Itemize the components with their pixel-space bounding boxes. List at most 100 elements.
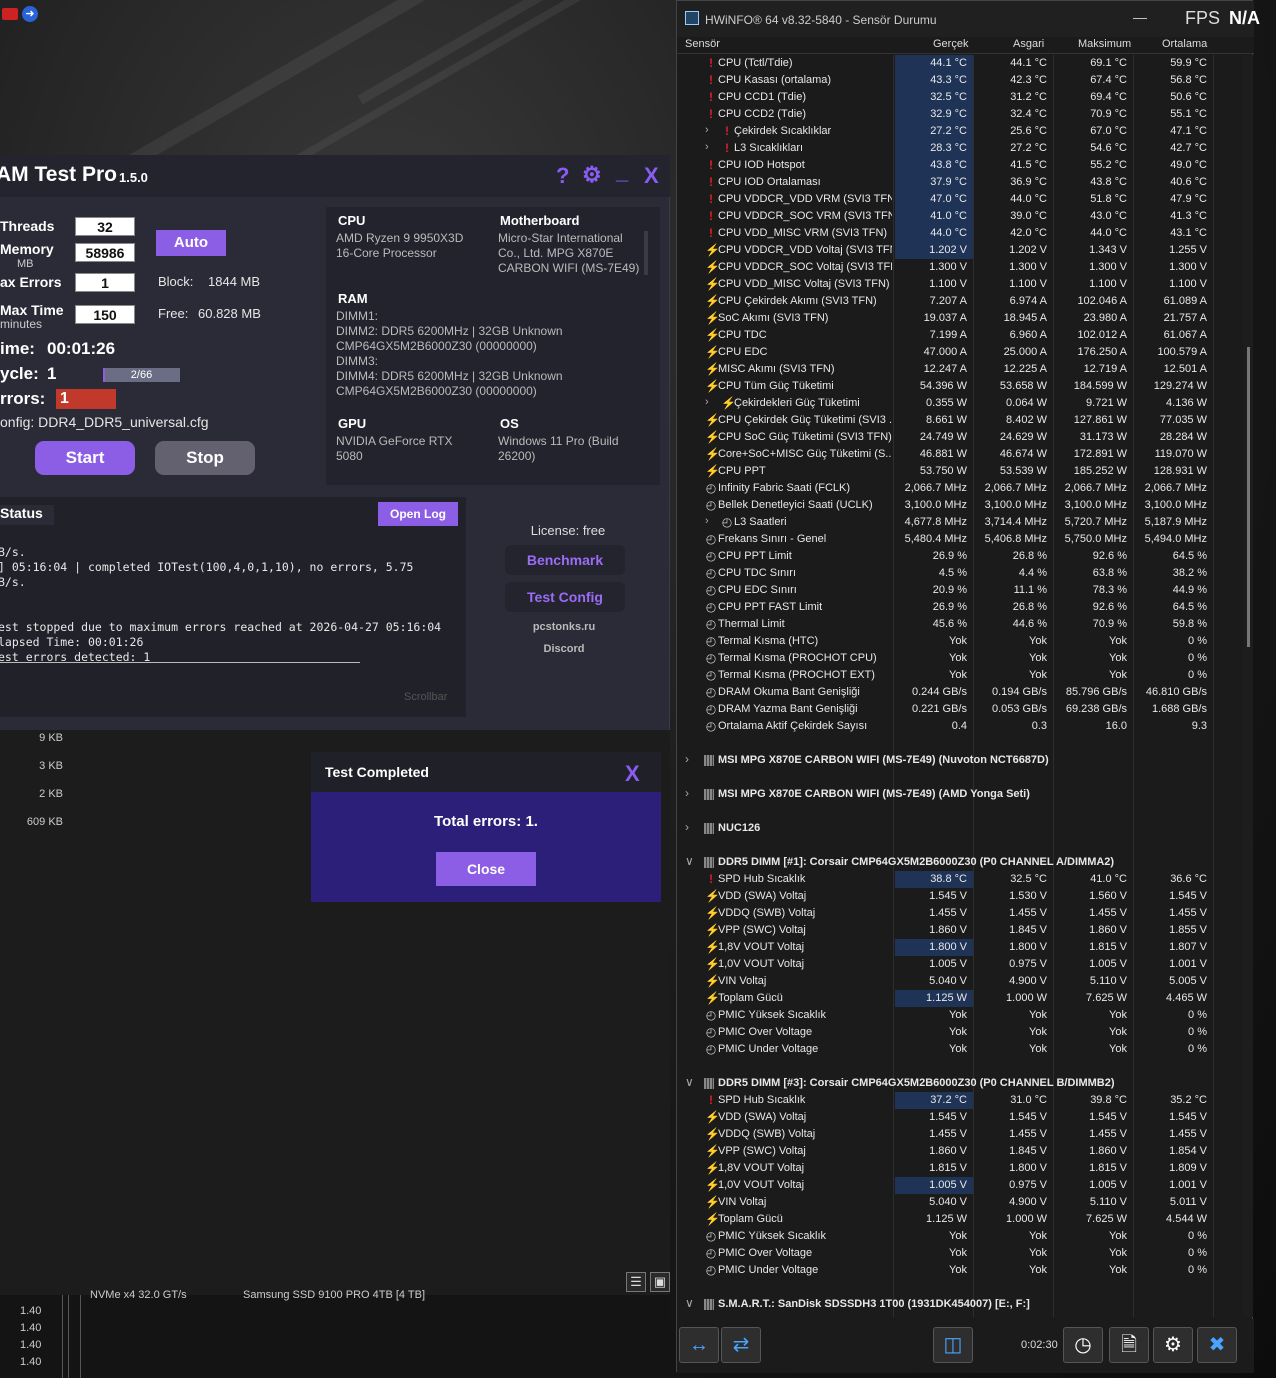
sensor-row[interactable]: ⚡ 1,8V VOUT Voltaj 1.815 V 1.800 V 1.815 V 1.…: [677, 1160, 1241, 1177]
network-icon[interactable]: ◫: [933, 1327, 973, 1363]
sensor-group-row[interactable]: › MSI MPG X870E CARBON WIFI (MS-7E49) (AM…: [677, 786, 1241, 803]
sensor-row[interactable]: › ◴ L3 Saatleri 4,677.8 MHz 3,714.4 MHz 5,720…: [677, 514, 1241, 531]
sensor-row[interactable]: ! SPD Hub Sıcaklık 38.8 °C 32.5 °C 41.0 °C 36…: [677, 871, 1241, 888]
sensor-row[interactable]: ! CPU (Tctl/Tdie) 44.1 °C 44.1 °C 69.1 °C 59.…: [677, 55, 1241, 72]
column-header-max[interactable]: Maksimum: [1078, 38, 1131, 50]
column-header-min[interactable]: Asgari: [1013, 38, 1044, 50]
gear-icon[interactable]: ⚙: [582, 162, 602, 188]
column-header-sensor[interactable]: Sensör: [685, 38, 720, 50]
sensor-row[interactable]: ! CPU Kasası (ortalama) 43.3 °C 42.3 °C 67.4…: [677, 72, 1241, 89]
sensor-row[interactable]: ⚡ VDD (SWA) Voltaj 1.545 V 1.545 V 1.545 V 1.…: [677, 1109, 1241, 1126]
chevron-right-icon[interactable]: ›: [705, 141, 709, 153]
chevron-right-icon[interactable]: ›: [685, 786, 689, 800]
sensor-row[interactable]: ⚡ Core+SoC+MISC Güç Tüketimi (S... 46.881 …: [677, 446, 1241, 463]
sensor-row[interactable]: ! CPU CCD1 (Tdie) 32.5 °C 31.2 °C 69.4 °C 50.…: [677, 89, 1241, 106]
sensor-row[interactable]: ⚡ CPU Çekirdek Akımı (SVI3 TFN) 7.207 A 6.9…: [677, 293, 1241, 310]
sensor-row[interactable]: ! CPU VDD_MISC VRM (SVI3 TFN) 44.0 °C 42.0 …: [677, 225, 1241, 242]
sensor-row[interactable]: ⚡ CPU TDC 7.199 A 6.960 A 102.012 A 61.067 A: [677, 327, 1241, 344]
sensor-row[interactable]: › ⚡ Çekirdekleri Güç Tüketimi 0.355 W 0.064 …: [677, 395, 1241, 412]
sensor-row[interactable]: ⚡ VIN Voltaj 5.040 V 4.900 V 5.110 V 5.011 V: [677, 1194, 1241, 1211]
sensor-group-row[interactable]: ∨ DDR5 DIMM [#3]: Corsair CMP64GX5M2B6000…: [677, 1075, 1241, 1092]
scrollbar-label[interactable]: Scrollbar: [404, 691, 447, 703]
close-button[interactable]: X: [644, 163, 659, 189]
sensor-group-row[interactable]: › MSI MPG X870E CARBON WIFI (MS-7E49) (Nu…: [677, 752, 1241, 769]
chevron-down-icon[interactable]: ∨: [685, 854, 694, 868]
sensor-row[interactable]: ◴ Ortalama Aktif Çekirdek Sayısı 0.4 0.3 16.…: [677, 718, 1241, 735]
test-config-button[interactable]: Test Config: [505, 582, 625, 612]
sensor-row[interactable]: ◴ Termal Kısma (HTC) Yok Yok Yok 0 %: [677, 633, 1241, 650]
sensor-row[interactable]: ! SPD Hub Sıcaklık 37.2 °C 31.0 °C 39.8 °C 35…: [677, 1092, 1241, 1109]
close-x-icon[interactable]: ✖: [1197, 1327, 1237, 1363]
auto-button[interactable]: Auto: [156, 230, 226, 256]
memory-input[interactable]: 58986: [75, 243, 135, 262]
column-header-current[interactable]: Gerçek: [933, 38, 968, 50]
sensor-row[interactable]: ◴ PMIC Yüksek Sıcaklık Yok Yok Yok 0 %: [677, 1007, 1241, 1024]
sensor-row[interactable]: ›! Çekirdek Sıcaklıklar 27.2 °C 25.6 °C 67.0…: [677, 123, 1241, 140]
scrollbar-thumb[interactable]: [1247, 347, 1250, 647]
report-icon[interactable]: 🗎: [1109, 1327, 1149, 1363]
sensor-row[interactable]: ! CPU CCD2 (Tdie) 32.9 °C 32.4 °C 70.9 °C 55.…: [677, 106, 1241, 123]
sensor-row[interactable]: ⚡ CPU PPT 53.750 W 53.539 W 185.252 W 128.931…: [677, 463, 1241, 480]
sensor-row[interactable]: ⚡ CPU VDD_MISC Voltaj (SVI3 TFN) 1.100 V 1.…: [677, 276, 1241, 293]
sensor-row[interactable]: ◴ Thermal Limit 45.6 % 44.6 % 70.9 % 59.8 %: [677, 616, 1241, 633]
hwinfo-titlebar[interactable]: HWiNFO® 64 v8.32-5840 - Sensör Durumu — …: [677, 1, 1260, 37]
sensor-row[interactable]: ⚡ MISC Akımı (SVI3 TFN) 12.247 A 12.225 A 12…: [677, 361, 1241, 378]
sensor-row[interactable]: ⚡ CPU VDDCR_SOC Voltaj (SVI3 TFN) 1.300 V 1…: [677, 259, 1241, 276]
sensor-row[interactable]: ⚡ CPU VDDCR_VDD Voltaj (SVI3 TFN) 1.202 V 1…: [677, 242, 1241, 259]
sensor-row[interactable]: ⚡ Toplam Gücü 1.125 W 1.000 W 7.625 W 4.465 W: [677, 990, 1241, 1007]
help-button[interactable]: ?: [556, 163, 569, 189]
column-header-avg[interactable]: Ortalama: [1162, 38, 1207, 50]
sensor-row[interactable]: ◴ CPU PPT FAST Limit 26.9 % 26.8 % 92.6 % 64.…: [677, 599, 1241, 616]
sensor-row[interactable]: ◴ PMIC Over Voltage Yok Yok Yok 0 %: [677, 1245, 1241, 1262]
settings-gear-icon[interactable]: ⚙: [1153, 1327, 1193, 1363]
details-view-icon[interactable]: ☰: [626, 1272, 646, 1292]
dialog-close-x-button[interactable]: X: [625, 761, 640, 787]
motherboard-scrollbar[interactable]: [644, 231, 648, 275]
sensor-row[interactable]: ◴ PMIC Under Voltage Yok Yok Yok 0 %: [677, 1262, 1241, 1279]
sensor-group-row[interactable]: ∨ DDR5 DIMM [#1]: Corsair CMP64GX5M2B6000…: [677, 854, 1241, 871]
sensor-row[interactable]: ◴ Bellek Denetleyici Saati (UCLK) 3,100.0 …: [677, 497, 1241, 514]
sensor-row[interactable]: ◴ Frekans Sınırı - Genel 5,480.4 MHz 5,406.…: [677, 531, 1241, 548]
sensor-row[interactable]: ! CPU VDDCR_VDD VRM (SVI3 TFN) 47.0 °C 44.0…: [677, 191, 1241, 208]
sensor-row[interactable]: ⚡ VPP (SWC) Voltaj 1.860 V 1.845 V 1.860 V 1.…: [677, 922, 1241, 939]
sensor-row[interactable]: ⚡ VDDQ (SWB) Voltaj 1.455 V 1.455 V 1.455 V 1…: [677, 1126, 1241, 1143]
minimize-button[interactable]: _: [616, 159, 628, 185]
dialog-header[interactable]: Test Completed X: [311, 752, 661, 792]
sensor-row[interactable]: ◴ CPU EDC Sınırı 20.9 % 11.1 % 78.3 % 44.9 %: [677, 582, 1241, 599]
sensor-row[interactable]: ◴ Infinity Fabric Saati (FCLK) 2,066.7 MHz…: [677, 480, 1241, 497]
collapse-arrows-icon[interactable]: ⇄: [721, 1327, 761, 1363]
chevron-right-icon[interactable]: ›: [685, 752, 689, 766]
sensor-row[interactable]: ⚡ VPP (SWC) Voltaj 1.860 V 1.845 V 1.860 V 1.…: [677, 1143, 1241, 1160]
chevron-right-icon[interactable]: ›: [705, 124, 709, 136]
site-link[interactable]: pcstonks.ru: [474, 621, 654, 633]
sensor-row[interactable]: ⚡ Toplam Gücü 1.125 W 1.000 W 7.625 W 4.544 W: [677, 1211, 1241, 1228]
sensor-row[interactable]: ◴ DRAM Yazma Bant Genişliği 0.221 GB/s 0.05…: [677, 701, 1241, 718]
chevron-right-icon[interactable]: ›: [705, 396, 709, 408]
sensor-group-row[interactable]: › NUC126: [677, 820, 1241, 837]
tiles-view-icon[interactable]: ▣: [650, 1272, 670, 1292]
sensor-scrollbar[interactable]: [1243, 55, 1253, 1317]
expand-arrows-icon[interactable]: ↔: [679, 1327, 719, 1363]
sensor-row[interactable]: ◴ PMIC Yüksek Sıcaklık Yok Yok Yok 0 %: [677, 1228, 1241, 1245]
sensor-row[interactable]: ◴ Termal Kısma (PROCHOT EXT) Yok Yok Yok 0 %: [677, 667, 1241, 684]
chevron-right-icon[interactable]: ›: [705, 515, 709, 527]
stop-button[interactable]: Stop: [155, 441, 255, 475]
sensor-row[interactable]: ⚡ 1,0V VOUT Voltaj 1.005 V 0.975 V 1.005 V 1.…: [677, 956, 1241, 973]
sensor-row[interactable]: ! CPU IOD Hotspot 43.8 °C 41.5 °C 55.2 °C 49.…: [677, 157, 1241, 174]
sensor-row[interactable]: ⚡ SoC Akımı (SVI3 TFN) 19.037 A 18.945 A 23.…: [677, 310, 1241, 327]
open-log-button[interactable]: Open Log: [378, 502, 458, 526]
sensor-row[interactable]: ◴ CPU PPT Limit 26.9 % 26.8 % 92.6 % 64.5 %: [677, 548, 1241, 565]
sensor-row[interactable]: ⚡ 1,8V VOUT Voltaj 1.800 V 1.800 V 1.815 V 1.…: [677, 939, 1241, 956]
dialog-close-button[interactable]: Close: [436, 852, 536, 886]
ramtest-titlebar[interactable]: AM Test Pro 1.5.0 ? ⚙ _ X: [0, 155, 670, 197]
sensor-row[interactable]: ⚡ VDD (SWA) Voltaj 1.545 V 1.530 V 1.560 V 1.…: [677, 888, 1241, 905]
sensor-row[interactable]: ◴ PMIC Over Voltage Yok Yok Yok 0 %: [677, 1024, 1241, 1041]
minimize-button[interactable]: —: [1133, 9, 1147, 25]
sensor-row[interactable]: ⚡ VDDQ (SWB) Voltaj 1.455 V 1.455 V 1.455 V 1…: [677, 905, 1241, 922]
sensor-row[interactable]: ⚡ CPU SoC Güç Tüketimi (SVI3 TFN) 24.749 W…: [677, 429, 1241, 446]
sensor-row[interactable]: ! CPU IOD Ortalaması 37.9 °C 36.9 °C 43.8 °C…: [677, 174, 1241, 191]
sensor-row[interactable]: ⚡ CPU EDC 47.000 A 25.000 A 176.250 A 100.579…: [677, 344, 1241, 361]
chevron-down-icon[interactable]: ∨: [685, 1296, 694, 1310]
max-time-input[interactable]: 150: [75, 305, 135, 324]
chevron-right-icon[interactable]: ›: [685, 820, 689, 834]
